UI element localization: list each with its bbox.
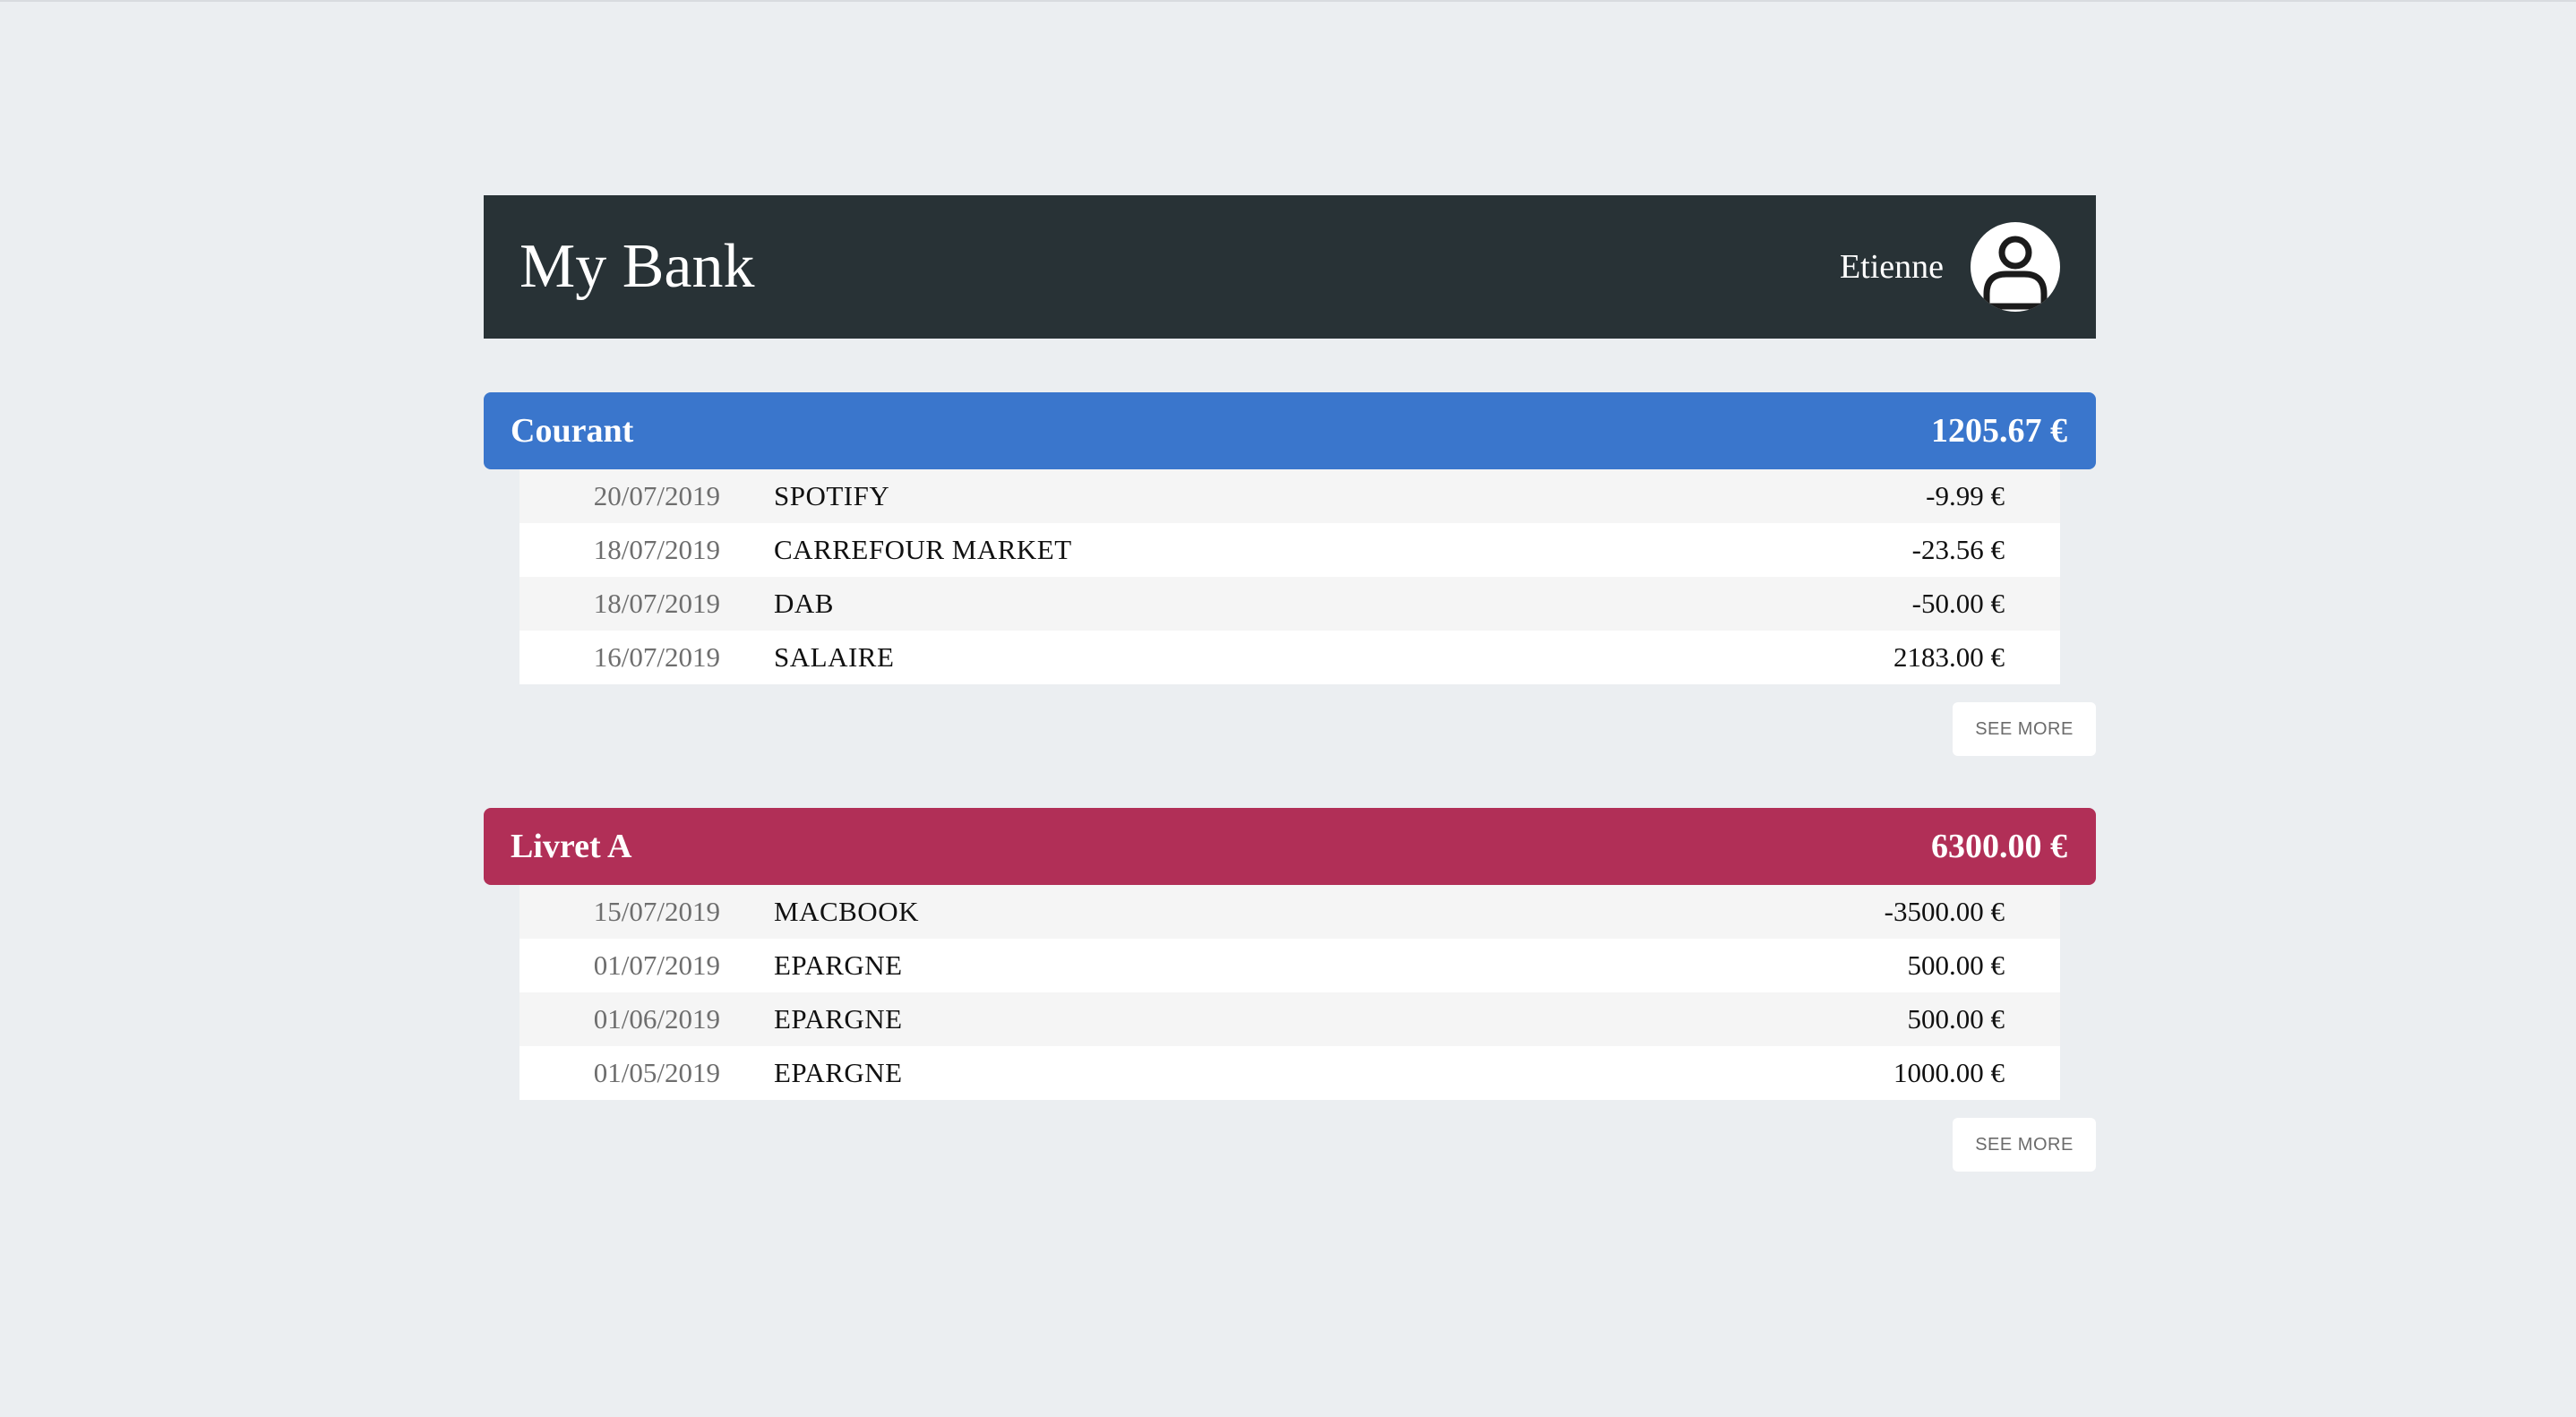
transaction-date: 15/07/2019 — [593, 896, 720, 927]
transaction-row[interactable]: 16/07/2019 SALAIRE 2183.00 € — [519, 631, 2060, 684]
transaction-amount: -9.99 € — [1926, 480, 2005, 511]
transaction-date: 18/07/2019 — [593, 588, 720, 619]
main-container: My Bank Etienne Courant 1205.67 € 20/07/… — [484, 195, 2096, 1172]
transaction-list: 15/07/2019 MACBOOK -3500.00 € 01/07/2019… — [519, 885, 2060, 1100]
transaction-label: EPARGNE — [774, 949, 903, 981]
account-actions: SEE MORE — [484, 702, 2096, 756]
transaction-date: 01/06/2019 — [593, 1003, 720, 1035]
transaction-label: EPARGNE — [774, 1003, 903, 1035]
account-courant: Courant 1205.67 € 20/07/2019 SPOTIFY -9.… — [484, 392, 2096, 756]
transaction-amount: -23.56 € — [1911, 534, 2005, 565]
account-header[interactable]: Courant 1205.67 € — [484, 392, 2096, 469]
transaction-row[interactable]: 18/07/2019 CARREFOUR MARKET -23.56 € — [519, 523, 2060, 577]
transaction-row[interactable]: 15/07/2019 MACBOOK -3500.00 € — [519, 885, 2060, 939]
transaction-row[interactable]: 18/07/2019 DAB -50.00 € — [519, 577, 2060, 631]
transaction-row[interactable]: 01/06/2019 EPARGNE 500.00 € — [519, 992, 2060, 1046]
transaction-label: SALAIRE — [774, 641, 895, 673]
transaction-label: EPARGNE — [774, 1057, 903, 1088]
transaction-amount: -3500.00 € — [1884, 896, 2005, 927]
transaction-row[interactable]: 01/07/2019 EPARGNE 500.00 € — [519, 939, 2060, 992]
user-name: Etienne — [1839, 248, 1944, 286]
transaction-date: 18/07/2019 — [593, 534, 720, 565]
account-balance: 1205.67 € — [1931, 412, 2067, 450]
top-border — [0, 0, 2576, 2]
transaction-list: 20/07/2019 SPOTIFY -9.99 € 18/07/2019 CA… — [519, 469, 2060, 684]
transaction-row[interactable]: 20/07/2019 SPOTIFY -9.99 € — [519, 469, 2060, 523]
transaction-row[interactable]: 01/05/2019 EPARGNE 1000.00 € — [519, 1046, 2060, 1100]
user-menu[interactable]: Etienne — [1840, 222, 2060, 312]
transaction-date: 16/07/2019 — [593, 641, 720, 673]
user-avatar-icon[interactable] — [1971, 222, 2060, 312]
app-header: My Bank Etienne — [484, 195, 2096, 339]
account-actions: SEE MORE — [484, 1118, 2096, 1172]
transaction-label: CARREFOUR MARKET — [774, 534, 1072, 565]
account-livret-a: Livret A 6300.00 € 15/07/2019 MACBOOK -3… — [484, 808, 2096, 1172]
transaction-date: 01/07/2019 — [593, 949, 720, 981]
transaction-amount: 500.00 € — [1907, 949, 2005, 981]
account-name: Livret A — [511, 828, 632, 865]
transaction-amount: 500.00 € — [1907, 1003, 2005, 1035]
see-more-button[interactable]: SEE MORE — [1953, 1118, 2096, 1172]
transaction-date: 20/07/2019 — [593, 480, 720, 511]
see-more-button[interactable]: SEE MORE — [1953, 702, 2096, 756]
account-name: Courant — [511, 412, 634, 450]
transaction-amount: 1000.00 € — [1893, 1057, 2005, 1088]
transaction-amount: 2183.00 € — [1893, 641, 2005, 673]
account-header[interactable]: Livret A 6300.00 € — [484, 808, 2096, 885]
transaction-label: DAB — [774, 588, 834, 619]
transaction-date: 01/05/2019 — [593, 1057, 720, 1088]
transaction-amount: -50.00 € — [1911, 588, 2005, 619]
transaction-label: SPOTIFY — [774, 480, 890, 511]
app-title: My Bank — [519, 232, 755, 301]
transaction-label: MACBOOK — [774, 896, 919, 927]
account-balance: 6300.00 € — [1931, 828, 2067, 865]
